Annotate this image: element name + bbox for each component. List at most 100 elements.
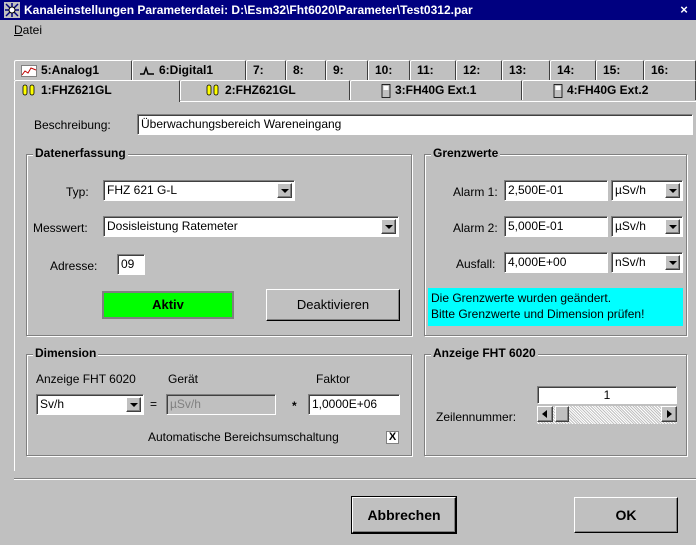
adresse-label: Adresse:	[50, 259, 98, 273]
alarm2-input[interactable]: 5,000E-01	[504, 216, 608, 237]
tab-label: 9:	[333, 63, 344, 77]
tab-10[interactable]: 10:	[368, 60, 410, 80]
cancel-label: Abbrechen	[367, 507, 441, 523]
tab-15[interactable]: 15:	[596, 60, 644, 80]
tab-label: 11:	[417, 63, 434, 77]
tab-1-fhz621gl[interactable]: 1:FHZ621GL	[14, 80, 180, 102]
tab-label: 5:Analog1	[41, 63, 100, 77]
scroll-thumb[interactable]	[555, 406, 569, 422]
messwert-value: Dosisleistung Ratemeter	[107, 219, 238, 233]
faktor-input[interactable]: 1,0000E+06	[308, 394, 400, 415]
tab-label: 4:FH40G Ext.2	[567, 83, 649, 97]
faktor-label: Faktor	[316, 372, 351, 386]
tab-14[interactable]: 14:	[550, 60, 596, 80]
tab-4-fh40g-ext2[interactable]: 4:FH40G Ext.2	[522, 80, 696, 100]
tab-11[interactable]: 11:	[410, 60, 456, 80]
dual-probe-icon	[22, 84, 35, 96]
messwert-select[interactable]: Dosisleistung Ratemeter	[103, 216, 399, 237]
tab-7[interactable]: 7:	[246, 60, 286, 80]
ausfall-label: Ausfall:	[456, 257, 496, 271]
auto-range-label: Automatische Bereichsumschaltung	[148, 430, 339, 444]
tab-label: 15:	[603, 63, 621, 77]
alarm2-unit-select[interactable]: µSv/h	[611, 216, 683, 237]
tab-label: 13:	[509, 63, 527, 77]
alarm2-unit: µSv/h	[615, 219, 646, 233]
digital-signal-icon	[140, 65, 154, 75]
analog-chart-icon	[21, 64, 37, 77]
chevron-down-icon[interactable]	[277, 183, 292, 198]
tab-label: 6:Digital1	[159, 63, 214, 77]
title-bar: Kanaleinstellungen Parameterdatei: D:\Es…	[0, 0, 696, 20]
beschreibung-input[interactable]: Überwachungsbereich Wareneingang	[137, 114, 693, 135]
zeilennummer-value: 1	[537, 386, 677, 404]
chevron-down-icon[interactable]	[665, 183, 680, 198]
ausfall-input[interactable]: 4,000E+00	[504, 252, 608, 273]
grenzwerte-notice: Die Grenzwerte wurden geändert. Bitte Gr…	[428, 288, 683, 326]
status-badge: Aktiv	[102, 291, 234, 319]
typ-value: FHZ 621 G-L	[107, 183, 178, 197]
tab-13[interactable]: 13:	[502, 60, 550, 80]
adresse-input[interactable]: 09	[117, 254, 145, 275]
tab-label: 2:FHZ621GL	[225, 83, 296, 97]
tab-3-fh40g-ext1[interactable]: 3:FH40G Ext.1	[350, 80, 522, 100]
footer-divider	[14, 478, 696, 480]
ausfall-unit: nSv/h	[615, 255, 646, 269]
zeilennummer-scrollbar[interactable]	[537, 406, 677, 424]
sensor-app-icon	[4, 2, 20, 18]
tab-label: 3:FH40G Ext.1	[395, 83, 477, 97]
alarm1-input[interactable]: 2,500E-01	[504, 180, 608, 201]
tab-5-analog1[interactable]: 5:Analog1	[14, 60, 132, 80]
scroll-left-icon[interactable]	[537, 406, 553, 422]
tab-label: 7:	[253, 63, 264, 77]
window-title: Kanaleinstellungen Parameterdatei: D:\Es…	[24, 3, 473, 17]
geraet-unit-field: µSv/h	[166, 394, 276, 415]
tab-label: 8:	[293, 63, 304, 77]
beschreibung-label: Beschreibung:	[34, 118, 111, 132]
tab-label: 1:FHZ621GL	[41, 83, 112, 97]
anzeige-title: Anzeige FHT 6020	[431, 346, 538, 360]
anzeige-unit: Sv/h	[40, 397, 65, 411]
anzeige-unit-select[interactable]: Sv/h	[36, 394, 144, 415]
handheld-meter-icon	[553, 83, 563, 98]
typ-label: Typ:	[66, 185, 89, 199]
menu-bar: Datei	[0, 20, 696, 40]
equals-sign: =	[150, 397, 158, 411]
zeilennummer-label: Zeilennummer:	[436, 410, 517, 424]
tab-12[interactable]: 12:	[456, 60, 502, 80]
chevron-down-icon[interactable]	[665, 255, 680, 270]
ausfall-unit-select[interactable]: nSv/h	[611, 252, 683, 273]
alarm1-label: Alarm 1:	[453, 185, 498, 199]
times-sign: *	[292, 399, 297, 413]
deactivate-label: Deaktivieren	[296, 297, 370, 312]
tab-6-digital1[interactable]: 6:Digital1	[132, 60, 246, 80]
geraet-label: Gerät	[168, 372, 199, 386]
chevron-down-icon[interactable]	[126, 397, 141, 412]
alarm1-unit: µSv/h	[615, 183, 646, 197]
menu-datei[interactable]: Datei	[14, 23, 42, 37]
tab-label: 10:	[375, 63, 393, 77]
auto-range-checkbox[interactable]: X	[386, 431, 399, 444]
handheld-meter-icon	[381, 83, 391, 98]
ok-button[interactable]: OK	[574, 497, 678, 533]
chevron-down-icon[interactable]	[665, 219, 680, 234]
deactivate-button[interactable]: Deaktivieren	[266, 289, 400, 321]
anzeige-group: Anzeige FHT 6020	[424, 346, 687, 456]
chevron-down-icon[interactable]	[381, 219, 396, 234]
notice-line-1: Die Grenzwerte wurden geändert.	[431, 291, 612, 305]
grenzwerte-title: Grenzwerte	[431, 146, 501, 160]
dimension-title: Dimension	[33, 346, 99, 360]
alarm1-unit-select[interactable]: µSv/h	[611, 180, 683, 201]
ok-label: OK	[615, 507, 637, 523]
alarm2-label: Alarm 2:	[453, 221, 498, 235]
scroll-right-icon[interactable]	[661, 406, 677, 422]
tab-8[interactable]: 8:	[286, 60, 326, 80]
close-icon[interactable]: ×	[676, 2, 692, 17]
tab-2-fhz621gl[interactable]: 2:FHZ621GL	[180, 80, 350, 100]
notice-line-2: Bitte Grenzwerte und Dimension prüfen!	[431, 307, 645, 321]
tab-9[interactable]: 9:	[326, 60, 368, 80]
typ-select[interactable]: FHZ 621 G-L	[103, 180, 295, 201]
tab-16[interactable]: 16:	[644, 60, 696, 80]
dual-probe-icon	[206, 84, 219, 96]
cancel-button[interactable]: Abbrechen	[351, 496, 457, 534]
tab-label: 12:	[463, 63, 481, 77]
